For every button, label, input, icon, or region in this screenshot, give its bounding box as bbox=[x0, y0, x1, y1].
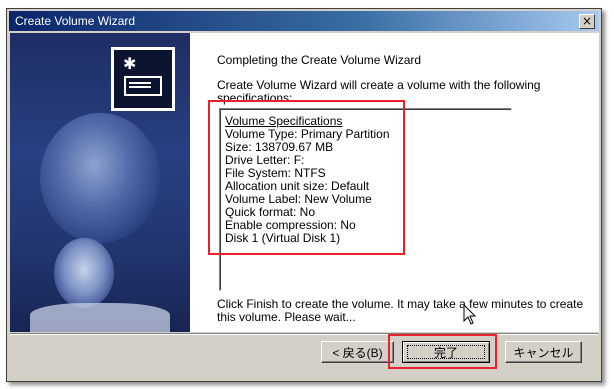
title-bar[interactable]: Create Volume Wizard × bbox=[9, 11, 599, 31]
mouse-pointer-icon bbox=[463, 304, 477, 325]
footer-divider bbox=[10, 333, 598, 335]
photo-person-face bbox=[54, 238, 114, 308]
wizard-side-image: ✱ bbox=[10, 33, 190, 332]
specs-highlight-box bbox=[208, 100, 405, 255]
window-title: Create Volume Wizard bbox=[15, 14, 136, 28]
page-title: Completing the Create Volume Wizard bbox=[217, 53, 422, 67]
photo-shoulders bbox=[30, 303, 170, 332]
close-button[interactable]: × bbox=[579, 14, 595, 29]
close-icon: × bbox=[581, 14, 593, 28]
disk-drive-icon: ✱ bbox=[111, 47, 175, 111]
back-button[interactable]: < 戻る(B) bbox=[321, 341, 394, 363]
finish-instructions: Click Finish to create the volume. It ma… bbox=[217, 297, 584, 324]
photo-people bbox=[40, 113, 160, 243]
cancel-button[interactable]: キャンセル bbox=[505, 341, 582, 363]
finish-highlight-box bbox=[388, 334, 497, 369]
